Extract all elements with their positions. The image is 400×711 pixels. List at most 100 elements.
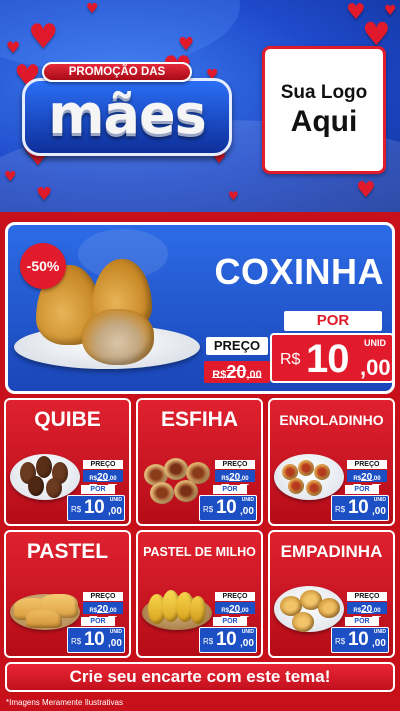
old-price-label: PREÇO [215, 460, 255, 469]
new-price-unit: UNID [109, 497, 122, 503]
new-price: R$ 10 ,00 UNID [199, 495, 257, 521]
old-price: R$20,00 [215, 470, 255, 483]
new-price-unit: UNID [109, 629, 122, 635]
new-price-currency: R$ [71, 637, 82, 646]
new-price: R$ 10 ,00 UNID [331, 627, 389, 653]
new-price-integer: 10 [84, 629, 105, 650]
esfiha-image [174, 480, 198, 502]
new-price-decimal: ,00 [108, 638, 122, 649]
new-price-integer: 10 [348, 497, 369, 518]
new-price-currency: R$ [203, 505, 214, 514]
new-price: R$ 10 ,00 UNID [67, 627, 125, 653]
old-price-currency: R$ [221, 608, 230, 614]
product-card-pastel[interactable]: PASTEL PREÇO R$20,00 POR R$ 10 ,00 UNID [4, 530, 131, 658]
old-price-integer: 20 [229, 472, 241, 483]
old-price-decimal: ,00 [372, 476, 381, 482]
heart-icon: ♥ [384, 3, 397, 19]
enroladinho-image [298, 460, 314, 476]
old-price-decimal: ,00 [108, 476, 117, 482]
featured-product-card[interactable]: -50% COXINHA PREÇO R$20,00 POR R$ 10 ,00… [5, 222, 395, 394]
header-banner: ♥ ♥ ♥ ♥ ♥ ♥ ♥ ♥ ♥ ♥ ♥ ♥ ♥ ♥ ♥ ♥ ♥ PROMOÇ… [0, 0, 400, 212]
old-price-currency: R$ [212, 369, 227, 381]
promo-badge: PROMOÇÃO DAS [42, 62, 192, 82]
product-name: ESFIHA [160, 408, 238, 431]
coxinha-cut-image [82, 309, 154, 365]
old-price: R$20,00 [347, 470, 387, 483]
logo-line-2: Aqui [290, 105, 358, 138]
product-name: PASTEL [26, 540, 109, 563]
headline-title: mães [48, 83, 206, 146]
new-price: R$ 10 ,00 UNID [270, 333, 392, 383]
enroladinho-image [288, 478, 304, 494]
esfiha-image [164, 458, 188, 480]
old-price-decimal: ,00 [372, 608, 381, 614]
new-price-decimal: ,00 [108, 506, 122, 517]
new-price-unit: UNID [241, 629, 254, 635]
new-price-unit: UNID [364, 338, 386, 348]
heart-icon: ♥ [36, 184, 53, 205]
product-card-empadinha[interactable]: EMPADINHA PREÇO R$20,00 POR R$ 10 ,00 UN… [268, 530, 395, 658]
old-price-label: PREÇO [206, 337, 268, 355]
logo-placeholder[interactable]: Sua Logo Aqui [262, 46, 386, 174]
new-price-label: POR [345, 485, 379, 494]
product-name: EMPADINHA [280, 542, 383, 561]
old-price-label: PREÇO [347, 592, 387, 601]
old-price-decimal: ,00 [240, 608, 249, 614]
old-price-decimal: ,00 [108, 608, 117, 614]
new-price-decimal: ,00 [360, 355, 391, 380]
enroladinho-image [306, 480, 322, 496]
cta-banner[interactable]: Crie seu encarte com este tema! [5, 662, 395, 692]
product-name: QUIBE [34, 408, 101, 431]
new-price-unit: UNID [373, 629, 386, 635]
old-price-decimal: ,00 [246, 369, 262, 381]
new-price-decimal: ,00 [240, 506, 254, 517]
product-name: PASTEL DE MILHO [143, 545, 256, 559]
discount-badge: -50% [20, 243, 66, 289]
product-card-esfiha[interactable]: ESFIHA PREÇO R$20,00 POR R$ 10 ,00 UNID [136, 398, 263, 526]
esfiha-image [150, 482, 174, 504]
enroladinho-image [314, 464, 330, 480]
quibe-image [28, 476, 44, 496]
pastel-de-milho-image [190, 596, 206, 624]
heart-icon: ♥ [86, 1, 99, 17]
new-price-currency: R$ [280, 351, 301, 368]
pastel-image [26, 610, 62, 628]
new-price-label: POR [345, 617, 379, 626]
old-price: R$20,00 [83, 470, 123, 483]
new-price-unit: UNID [373, 497, 386, 503]
old-price-decimal: ,00 [240, 476, 249, 482]
old-price: R$20,00 [347, 602, 387, 615]
new-price-integer: 10 [84, 497, 105, 518]
quibe-image [36, 456, 52, 478]
old-price: R$20,00 [83, 602, 123, 615]
new-price-currency: R$ [335, 505, 346, 514]
old-price-currency: R$ [221, 476, 230, 482]
old-price: R$20,00 [204, 361, 270, 383]
old-price-integer: 20 [361, 472, 373, 483]
new-price-label: POR [213, 617, 247, 626]
heart-icon: ♥ [28, 17, 59, 57]
new-price-integer: 10 [216, 629, 237, 650]
new-price-decimal: ,00 [240, 638, 254, 649]
new-price-label: POR [284, 311, 382, 331]
heart-icon: ♥ [6, 38, 21, 57]
old-price-currency: R$ [89, 476, 98, 482]
product-card-quibe[interactable]: QUIBE PREÇO R$20,00 POR R$ 10 ,00 UNID [4, 398, 131, 526]
old-price-label: PREÇO [347, 460, 387, 469]
new-price-unit: UNID [241, 497, 254, 503]
product-card-enroladinho[interactable]: ENROLADINHO PREÇO R$20,00 POR R$ 10 ,00 … [268, 398, 395, 526]
new-price-currency: R$ [335, 637, 346, 646]
heart-icon: ♥ [228, 189, 239, 203]
product-card-pastel-de-milho[interactable]: PASTEL DE MILHO PREÇO R$20,00 POR R$ 10 … [136, 530, 263, 658]
old-price-currency: R$ [353, 608, 362, 614]
featured-product-name: COXINHA [214, 251, 384, 292]
new-price-decimal: ,00 [372, 638, 386, 649]
new-price-currency: R$ [71, 505, 82, 514]
new-price-integer: 10 [348, 629, 369, 650]
empadinha-image [292, 612, 314, 632]
new-price: R$ 10 ,00 UNID [331, 495, 389, 521]
old-price: R$20,00 [215, 602, 255, 615]
old-price-label: PREÇO [215, 592, 255, 601]
new-price-label: POR [81, 617, 115, 626]
new-price-decimal: ,00 [372, 506, 386, 517]
